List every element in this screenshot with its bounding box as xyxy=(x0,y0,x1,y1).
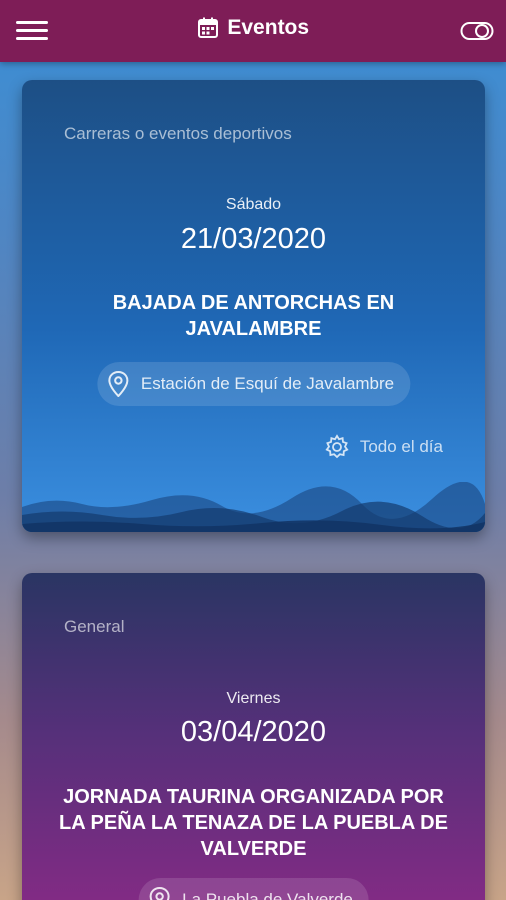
event-location[interactable]: La Puebla de Valverde xyxy=(138,878,369,900)
event-location[interactable]: Estación de Esquí de Javalambre xyxy=(96,362,411,406)
event-date: 03/04/2020 xyxy=(180,716,327,748)
event-time-label: Todo el día xyxy=(359,437,443,456)
toggle-icon[interactable] xyxy=(460,21,494,41)
event-date: 21/03/2020 xyxy=(180,223,327,255)
app-title-group: Eventos xyxy=(0,16,506,40)
event-category: General xyxy=(64,617,125,636)
location-pin-icon xyxy=(107,371,128,397)
event-title: BAJADA DE ANTORCHAS EN JAVALAMBRE xyxy=(112,292,395,340)
event-card[interactable]: Carreras o eventos deportivos Sábado 21/… xyxy=(22,80,485,532)
calendar-icon xyxy=(197,17,218,38)
event-location-label: La Puebla de Valverde xyxy=(182,890,353,900)
event-location-label: Estación de Esquí de Javalambre xyxy=(140,374,395,393)
event-day: Viernes xyxy=(226,690,281,707)
location-pin-icon xyxy=(149,887,170,900)
event-category: Carreras o eventos deportivos xyxy=(64,124,292,143)
event-title: JORNADA TAURINA ORGANIZADA POR LA PEÑA L… xyxy=(59,786,448,860)
mountains-decoration xyxy=(22,482,485,532)
gear-icon xyxy=(325,434,349,459)
app-bar: Eventos xyxy=(0,0,506,62)
page-title: Eventos xyxy=(227,16,310,39)
event-time: Todo el día xyxy=(325,434,443,459)
event-card[interactable]: General Viernes 03/04/2020 JORNADA TAURI… xyxy=(22,573,485,900)
event-day: Sábado xyxy=(225,196,282,213)
